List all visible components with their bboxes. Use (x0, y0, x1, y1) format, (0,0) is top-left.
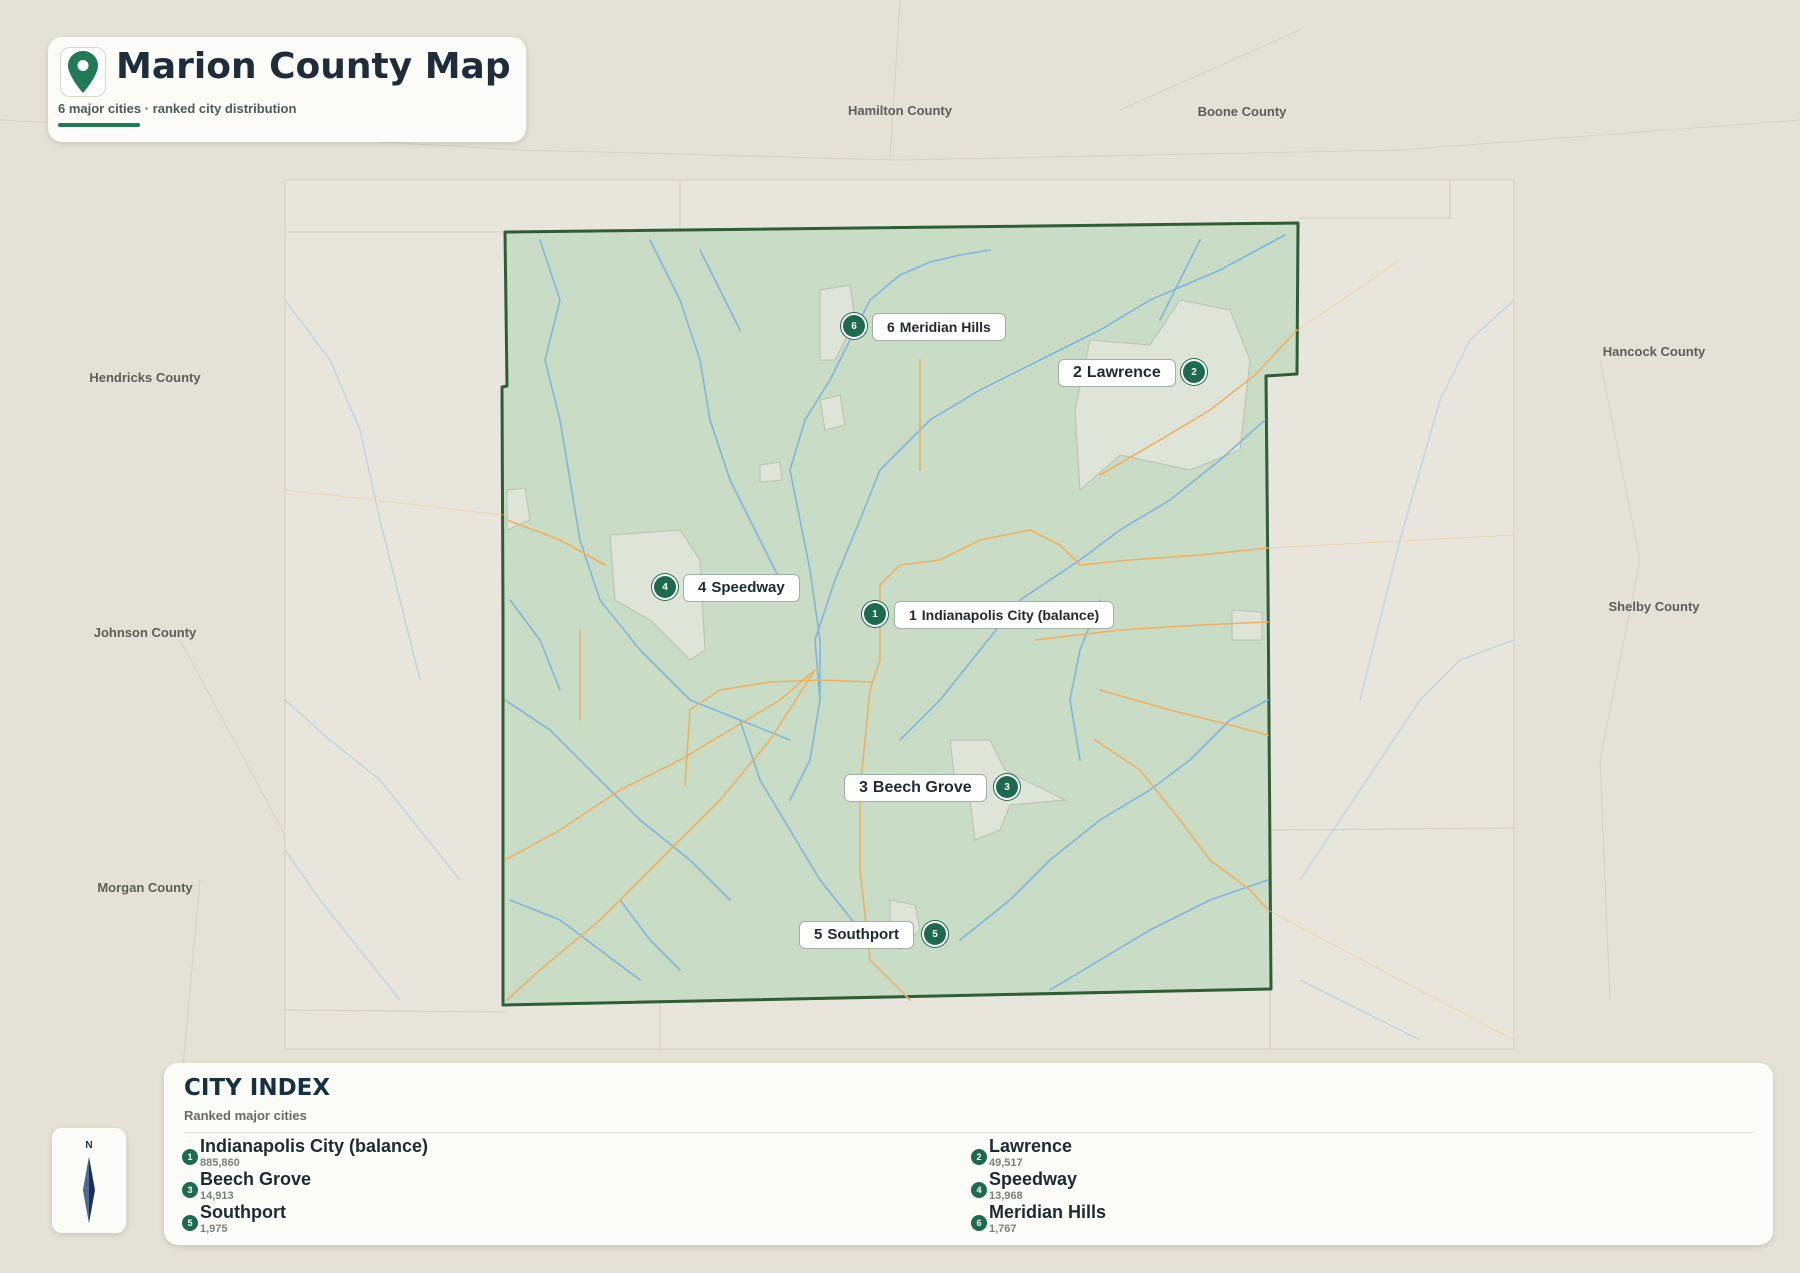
city-label-name: Indianapolis City (balance) (921, 607, 1100, 623)
city-name: Meridian Hills (989, 1202, 1107, 1222)
city-name: Southport (200, 1202, 286, 1222)
rank-badge: 4 (971, 1182, 987, 1198)
neighbor-label-hamilton: Hamilton County (848, 103, 952, 118)
city-index-title: CITY INDEX (184, 1075, 331, 1101)
city-marker-4[interactable]: 4 (654, 576, 676, 598)
city-label-rank: 4 (698, 579, 707, 596)
city-label-rank: 1 (909, 607, 917, 623)
neighbor-label-morgan: Morgan County (97, 880, 193, 895)
city-label-name: Southport (827, 926, 899, 943)
city-index-divider (184, 1132, 1753, 1133)
city-name: Lawrence (989, 1136, 1073, 1156)
map-title-card: Marion County Map 6 major cities · ranke… (48, 37, 526, 142)
compass-north-label: N (85, 1140, 93, 1151)
city-label-name: Meridian Hills (899, 319, 991, 335)
city-label-rank: 3 (859, 779, 868, 796)
city-marker-2[interactable]: 2 (1183, 361, 1205, 383)
city-name: Indianapolis City (balance) (200, 1136, 429, 1156)
pin-icon (60, 47, 106, 97)
city-name: Beech Grove (200, 1169, 312, 1189)
city-index-subtitle: Ranked major cities (184, 1108, 307, 1123)
city-label-name: Speedway (711, 579, 785, 596)
city-label-rank: 6 (887, 319, 895, 335)
city-population: 14,913 (200, 1190, 234, 1202)
city-population: 885,860 (200, 1157, 240, 1169)
title-accent-bar (58, 123, 140, 127)
city-marker-3[interactable]: 3 (996, 776, 1018, 798)
city-index-panel: CITY INDEX Ranked major cities 1 Indiana… (164, 1063, 1773, 1245)
city-marker-6[interactable]: 6 (843, 315, 865, 337)
city-label-rank: 2 (1073, 364, 1082, 381)
rank-badge: 6 (971, 1215, 987, 1231)
neighbor-label-hendricks: Hendricks County (89, 370, 201, 385)
city-label-1[interactable]: 1 Indianapolis City (balance) (894, 601, 1115, 629)
rank-badge: 5 (182, 1215, 198, 1231)
city-label-5[interactable]: 5 Southport (799, 921, 914, 949)
city-marker-1[interactable]: 1 (864, 603, 886, 625)
neighbor-label-johnson: Johnson County (93, 625, 197, 640)
city-label-2[interactable]: 2 Lawrence (1058, 359, 1176, 387)
neighbor-label-boone: Boone County (1197, 104, 1287, 119)
city-population: 13,968 (989, 1190, 1023, 1202)
map-subtitle: 6 major cities · ranked city distributio… (58, 101, 297, 116)
neighbor-label-shelby: Shelby County (1608, 599, 1700, 614)
rank-badge: 2 (971, 1149, 987, 1165)
rank-badge: 1 (182, 1149, 198, 1165)
city-name: Speedway (989, 1169, 1078, 1189)
compass: N (52, 1128, 126, 1233)
neighbor-label-hancock: Hancock County (1602, 344, 1706, 359)
city-label-name: Lawrence (1086, 364, 1161, 381)
city-population: 1,975 (200, 1223, 228, 1235)
city-marker-5[interactable]: 5 (924, 923, 946, 945)
map-title: Marion County Map (116, 46, 511, 87)
city-label-rank: 5 (814, 926, 823, 943)
city-label-name: Beech Grove (872, 779, 972, 796)
city-population: 49,517 (989, 1157, 1023, 1169)
north-arrow-icon (83, 1157, 95, 1223)
city-population: 1,767 (989, 1223, 1017, 1235)
rank-badge: 3 (182, 1182, 198, 1198)
city-label-4[interactable]: 4 Speedway (683, 574, 800, 602)
city-label-3[interactable]: 3 Beech Grove (844, 774, 987, 802)
city-label-6[interactable]: 6 Meridian Hills (872, 313, 1006, 341)
